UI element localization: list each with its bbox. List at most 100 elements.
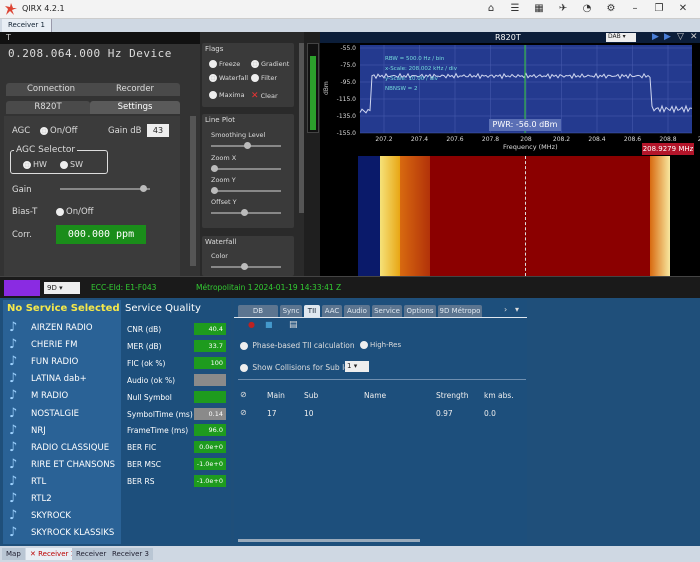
service-item[interactable]: ♪ CHERIE FM [3,337,121,354]
smoothing-knob[interactable] [244,142,251,149]
settings-scrollbar[interactable] [190,116,196,266]
service-item[interactable]: ♪ SKYROCK [3,508,121,525]
waterfall-option[interactable]: Waterfall [209,74,248,82]
tii-tab[interactable]: DB Browser [238,305,278,327]
gear-icon[interactable]: ⚙ [604,2,618,16]
zoom-x-slider[interactable] [211,165,281,172]
quality-value: 0.14 [194,407,226,420]
service-item[interactable]: ♪ RTL [3,474,121,491]
clear-button[interactable]: ✕ Clear [251,91,278,101]
collisions-option[interactable]: Show Collisions for Sub Id [240,363,349,372]
spectrum-close-icon[interactable]: ✕ [690,32,698,42]
filter-funnel-icon[interactable]: ▽ [677,32,684,42]
ensemble-select[interactable]: 9D ▾ [44,282,80,294]
minimize-icon[interactable]: – [628,2,642,16]
corr-value[interactable]: 000.000 ppm [56,225,146,244]
waterfall-center-line [525,156,526,276]
service-item[interactable]: ♪ LATINA dab+ [3,371,121,388]
gain-db-input[interactable]: 43 [147,124,169,137]
sub-id-select[interactable]: 1 ▾ [345,361,369,372]
step-icon[interactable]: ▶ [664,32,671,42]
tab-receiver-1[interactable]: Receiver 1 [2,19,52,32]
quality-label: FrameTime (ms) [127,426,189,436]
gain-slider[interactable] [60,185,150,192]
color-slider[interactable] [211,263,281,270]
tabs-menu-icon[interactable]: ▾ [515,305,519,314]
offset-y-slider[interactable] [211,209,281,216]
phase-tii-option[interactable]: Phase-based TII calculation [240,341,355,350]
service-item[interactable]: ♪ NRJ [3,423,121,440]
document-icon[interactable]: ▤ [289,320,298,330]
horizontal-scrollbar[interactable] [238,539,420,542]
sw-radio-icon [60,160,68,169]
play-icon[interactable]: ▶ [652,32,659,42]
footer-tab-map[interactable]: Map [2,548,25,560]
gain-slider-knob[interactable] [140,185,147,192]
tii-tab[interactable]: Options [404,305,436,317]
tii-tab[interactable]: Service [372,305,402,317]
quality-row: Audio (ok %) [121,373,231,389]
service-item[interactable]: ♪ RIRE ET CHANSONS [3,457,121,474]
service-item[interactable]: ♪ NOSTALGIE [3,406,121,423]
divider [238,379,526,380]
home-icon[interactable]: ⌂ [484,2,498,16]
footer-tab-receiver-3[interactable]: Receiver 3 [108,548,153,560]
satellite-icon[interactable]: ✈ [556,2,570,16]
tii-tab[interactable]: Audio [344,305,370,317]
agc-toggle[interactable]: On/Off [40,126,78,136]
tab-settings[interactable]: Settings [90,101,180,114]
footer-tabs: Map ✕ Receiver 1 Receiver 2 Receiver 3 [0,546,700,562]
service-item[interactable]: ♪ FUN RADIO [3,354,121,371]
maxima-option[interactable]: Maxima [209,91,245,99]
tab-connection[interactable]: Connection [6,83,96,96]
offset-y-knob[interactable] [241,209,248,216]
service-item[interactable]: ♪ AIRZEN RADIO [3,320,121,337]
spectrum-plot[interactable]: -55.0-75.0-95.0-115.0-135.0-155.0 207.2 2… [320,43,700,156]
tii-tab[interactable]: TII [304,305,320,317]
smoothing-slider[interactable] [211,142,281,149]
maximize-icon[interactable]: ❐ [652,2,666,16]
tii-tab[interactable]: AAC [322,305,342,317]
sw-option[interactable]: SW [60,160,83,169]
tab-recorder[interactable]: Recorder [90,83,180,96]
list-icon[interactable]: ☰ [508,2,522,16]
bias-t-toggle[interactable]: On/Off [56,207,94,217]
zoom-x-knob[interactable] [211,165,218,172]
empty-region [527,300,700,544]
tii-tab[interactable]: Sync [280,305,302,317]
y-tick-label: -55.0 [340,45,356,52]
record-dot-icon[interactable]: ● [248,320,255,329]
mode-select[interactable]: DAB ▾ [606,33,636,42]
close-icon[interactable]: ✕ [676,2,690,16]
frequency-display: 0.208.064.000 Hz Device [8,47,172,60]
filter-option[interactable]: Filter [251,74,277,82]
waterfall-display[interactable] [320,156,700,276]
quality-value: 96.0 [194,424,226,437]
freeze-option[interactable]: Freeze [209,60,240,68]
map-icon[interactable]: ▦ [532,2,546,16]
tab-r820t[interactable]: R820T [6,101,90,114]
service-item[interactable]: ♪ RTL2 [3,491,121,508]
service-name: LATINA dab+ [31,374,87,385]
hw-option[interactable]: HW [23,160,47,169]
highres-option[interactable]: High-Res [360,341,401,349]
tabs-scroll-icon[interactable]: › [504,305,507,314]
zoom-y-knob[interactable] [211,187,218,194]
service-item[interactable]: ♪ RADIO CLASSIQUE [3,440,121,457]
record-icon[interactable]: ◔ [580,2,594,16]
status-color-swatch [4,280,40,296]
tii-tab[interactable]: 9D Métropo [438,305,482,317]
gradient-option[interactable]: Gradient [251,60,289,68]
select-all-check-icon[interactable]: ⊘ [240,390,247,399]
zoom-y-slider[interactable] [211,187,281,194]
y-tick-label: -135.0 [337,113,357,120]
flags-scrollbar[interactable] [299,43,304,213]
tii-content [234,317,528,544]
row-check-icon[interactable]: ⊘ [240,408,247,417]
service-item[interactable]: ♪ SKYROCK KLASSIKS [3,525,121,542]
music-note-icon: ♪ [9,439,18,455]
service-item[interactable]: ♪ M RADIO [3,388,121,405]
quality-value: 40.4 [194,323,226,335]
color-knob[interactable] [241,263,248,270]
stop-icon[interactable]: ■ [265,320,273,329]
